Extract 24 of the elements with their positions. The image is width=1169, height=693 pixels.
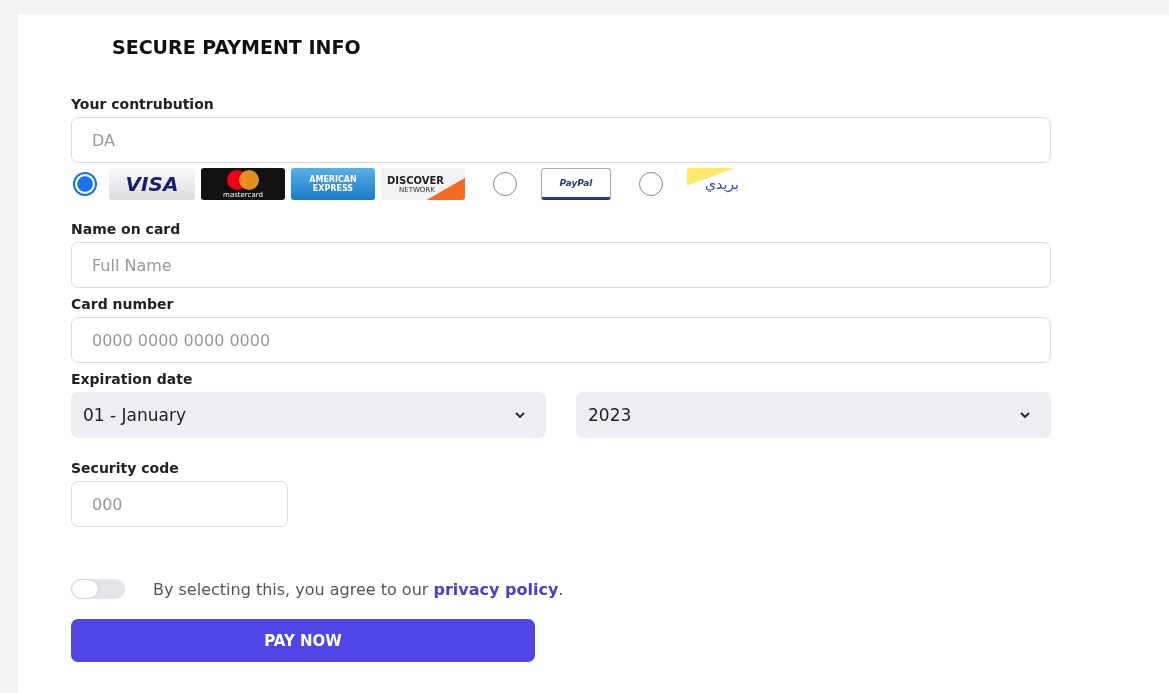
year-dropdown[interactable]: 2023 xyxy=(576,392,1051,438)
chevron-down-icon xyxy=(1019,411,1031,419)
toggle-switch[interactable] xyxy=(71,579,125,599)
contribution-field[interactable]: DA xyxy=(71,117,1051,163)
radio-button[interactable] xyxy=(73,172,97,196)
privacy-policy-link[interactable]: privacy policy xyxy=(433,579,559,599)
pay-now-button[interactable]: PAY NOW xyxy=(71,619,535,662)
field-label: Expiration date xyxy=(71,371,194,387)
logo-text: EXPRESS xyxy=(312,184,354,193)
field-label: Security code xyxy=(71,460,180,476)
agreement-text: By selecting this, you agree to our privacy policy. xyxy=(153,579,564,599)
logo-text: DISCOVER xyxy=(387,174,445,186)
card-number-field[interactable]: 0000 0000 0000 0000 xyxy=(71,317,1051,363)
paypal-logo: PayPal xyxy=(541,168,611,200)
field-label: Name on card xyxy=(71,221,182,237)
field-label: Card number xyxy=(71,296,175,312)
logo-text: AMERICAN xyxy=(309,175,357,184)
chevron-down-icon xyxy=(514,411,526,419)
field-label: Your contrubution xyxy=(71,96,215,112)
form-title: SECURE PAYMENT INFO xyxy=(112,35,362,60)
name-field[interactable]: Full Name xyxy=(71,242,1051,288)
month-dropdown[interactable]: 01 - January xyxy=(71,392,546,438)
security-code-field[interactable]: 000 xyxy=(71,481,288,527)
card-logo: VISA xyxy=(109,168,195,200)
